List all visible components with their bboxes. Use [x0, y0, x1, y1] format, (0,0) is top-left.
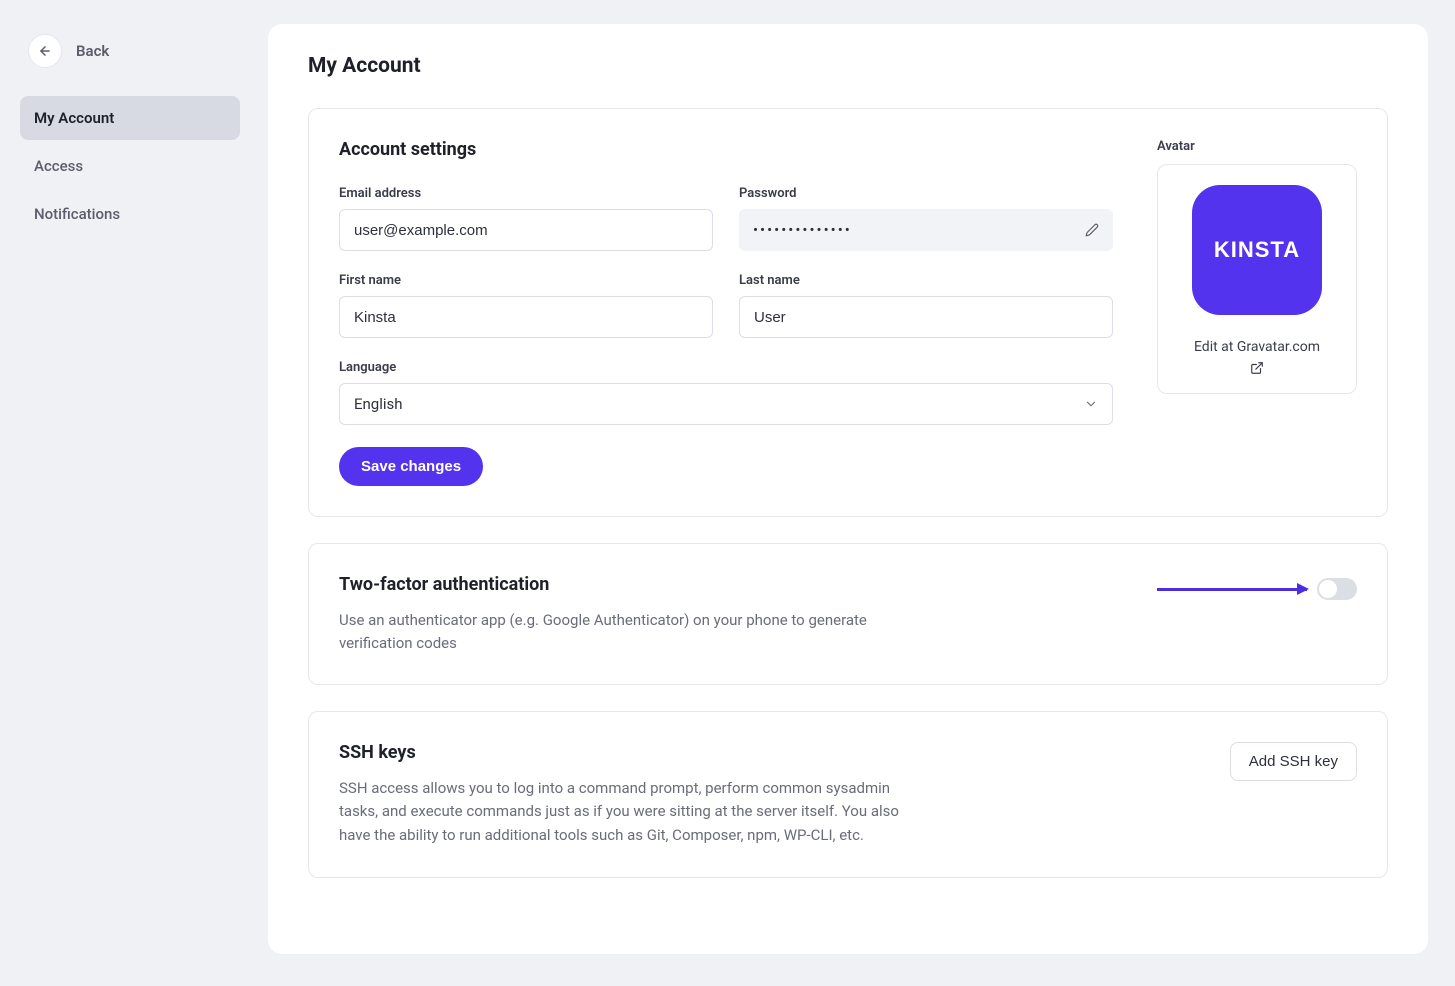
- sidebar: Back My Account Access Notifications: [20, 24, 240, 954]
- email-field[interactable]: [339, 209, 713, 251]
- sidebar-item-access[interactable]: Access: [20, 144, 240, 188]
- chevron-down-icon: [1084, 397, 1098, 411]
- avatar-card: KINSTA Edit at Gravatar.com: [1157, 164, 1357, 394]
- firstname-field[interactable]: [339, 296, 713, 338]
- ssh-keys-description: SSH access allows you to log into a comm…: [339, 777, 919, 847]
- two-factor-description: Use an authenticator app (e.g. Google Au…: [339, 609, 899, 654]
- account-settings-heading: Account settings: [339, 139, 1113, 160]
- password-field: ••••••••••••••: [739, 209, 1113, 251]
- two-factor-toggle[interactable]: [1317, 578, 1357, 600]
- external-link-icon: [1250, 361, 1264, 375]
- back-button[interactable]: [28, 34, 62, 68]
- gravatar-link[interactable]: Edit at Gravatar.com: [1194, 339, 1320, 375]
- email-label: Email address: [339, 186, 713, 201]
- account-settings-card: Account settings Email address Password …: [308, 108, 1388, 517]
- two-factor-card: Two-factor authentication Use an authent…: [308, 543, 1388, 685]
- firstname-label: First name: [339, 273, 713, 288]
- language-label: Language: [339, 360, 1113, 375]
- edit-password-icon[interactable]: [1085, 223, 1099, 237]
- back-row: Back: [20, 24, 240, 96]
- ssh-keys-card: SSH keys SSH access allows you to log in…: [308, 711, 1388, 878]
- sidebar-item-my-account[interactable]: My Account: [20, 96, 240, 140]
- arrow-left-icon: [38, 44, 52, 58]
- save-changes-button[interactable]: Save changes: [339, 447, 483, 486]
- two-factor-toggle-area: [1157, 574, 1357, 600]
- avatar-label: Avatar: [1157, 139, 1357, 154]
- annotation-arrow: [1157, 588, 1307, 591]
- page-title: My Account: [308, 54, 1388, 78]
- password-label: Password: [739, 186, 1113, 201]
- password-mask: ••••••••••••••: [753, 221, 852, 239]
- two-factor-heading: Two-factor authentication: [339, 574, 899, 595]
- add-ssh-key-button[interactable]: Add SSH key: [1230, 742, 1357, 781]
- ssh-keys-heading: SSH keys: [339, 742, 919, 763]
- language-select[interactable]: English: [339, 383, 1113, 425]
- avatar: KINSTA: [1192, 185, 1322, 315]
- main-panel: My Account Account settings Email addres…: [268, 24, 1428, 954]
- lastname-field[interactable]: [739, 296, 1113, 338]
- lastname-label: Last name: [739, 273, 1113, 288]
- language-value: English: [354, 395, 403, 413]
- back-label: Back: [76, 42, 109, 60]
- sidebar-item-notifications[interactable]: Notifications: [20, 192, 240, 236]
